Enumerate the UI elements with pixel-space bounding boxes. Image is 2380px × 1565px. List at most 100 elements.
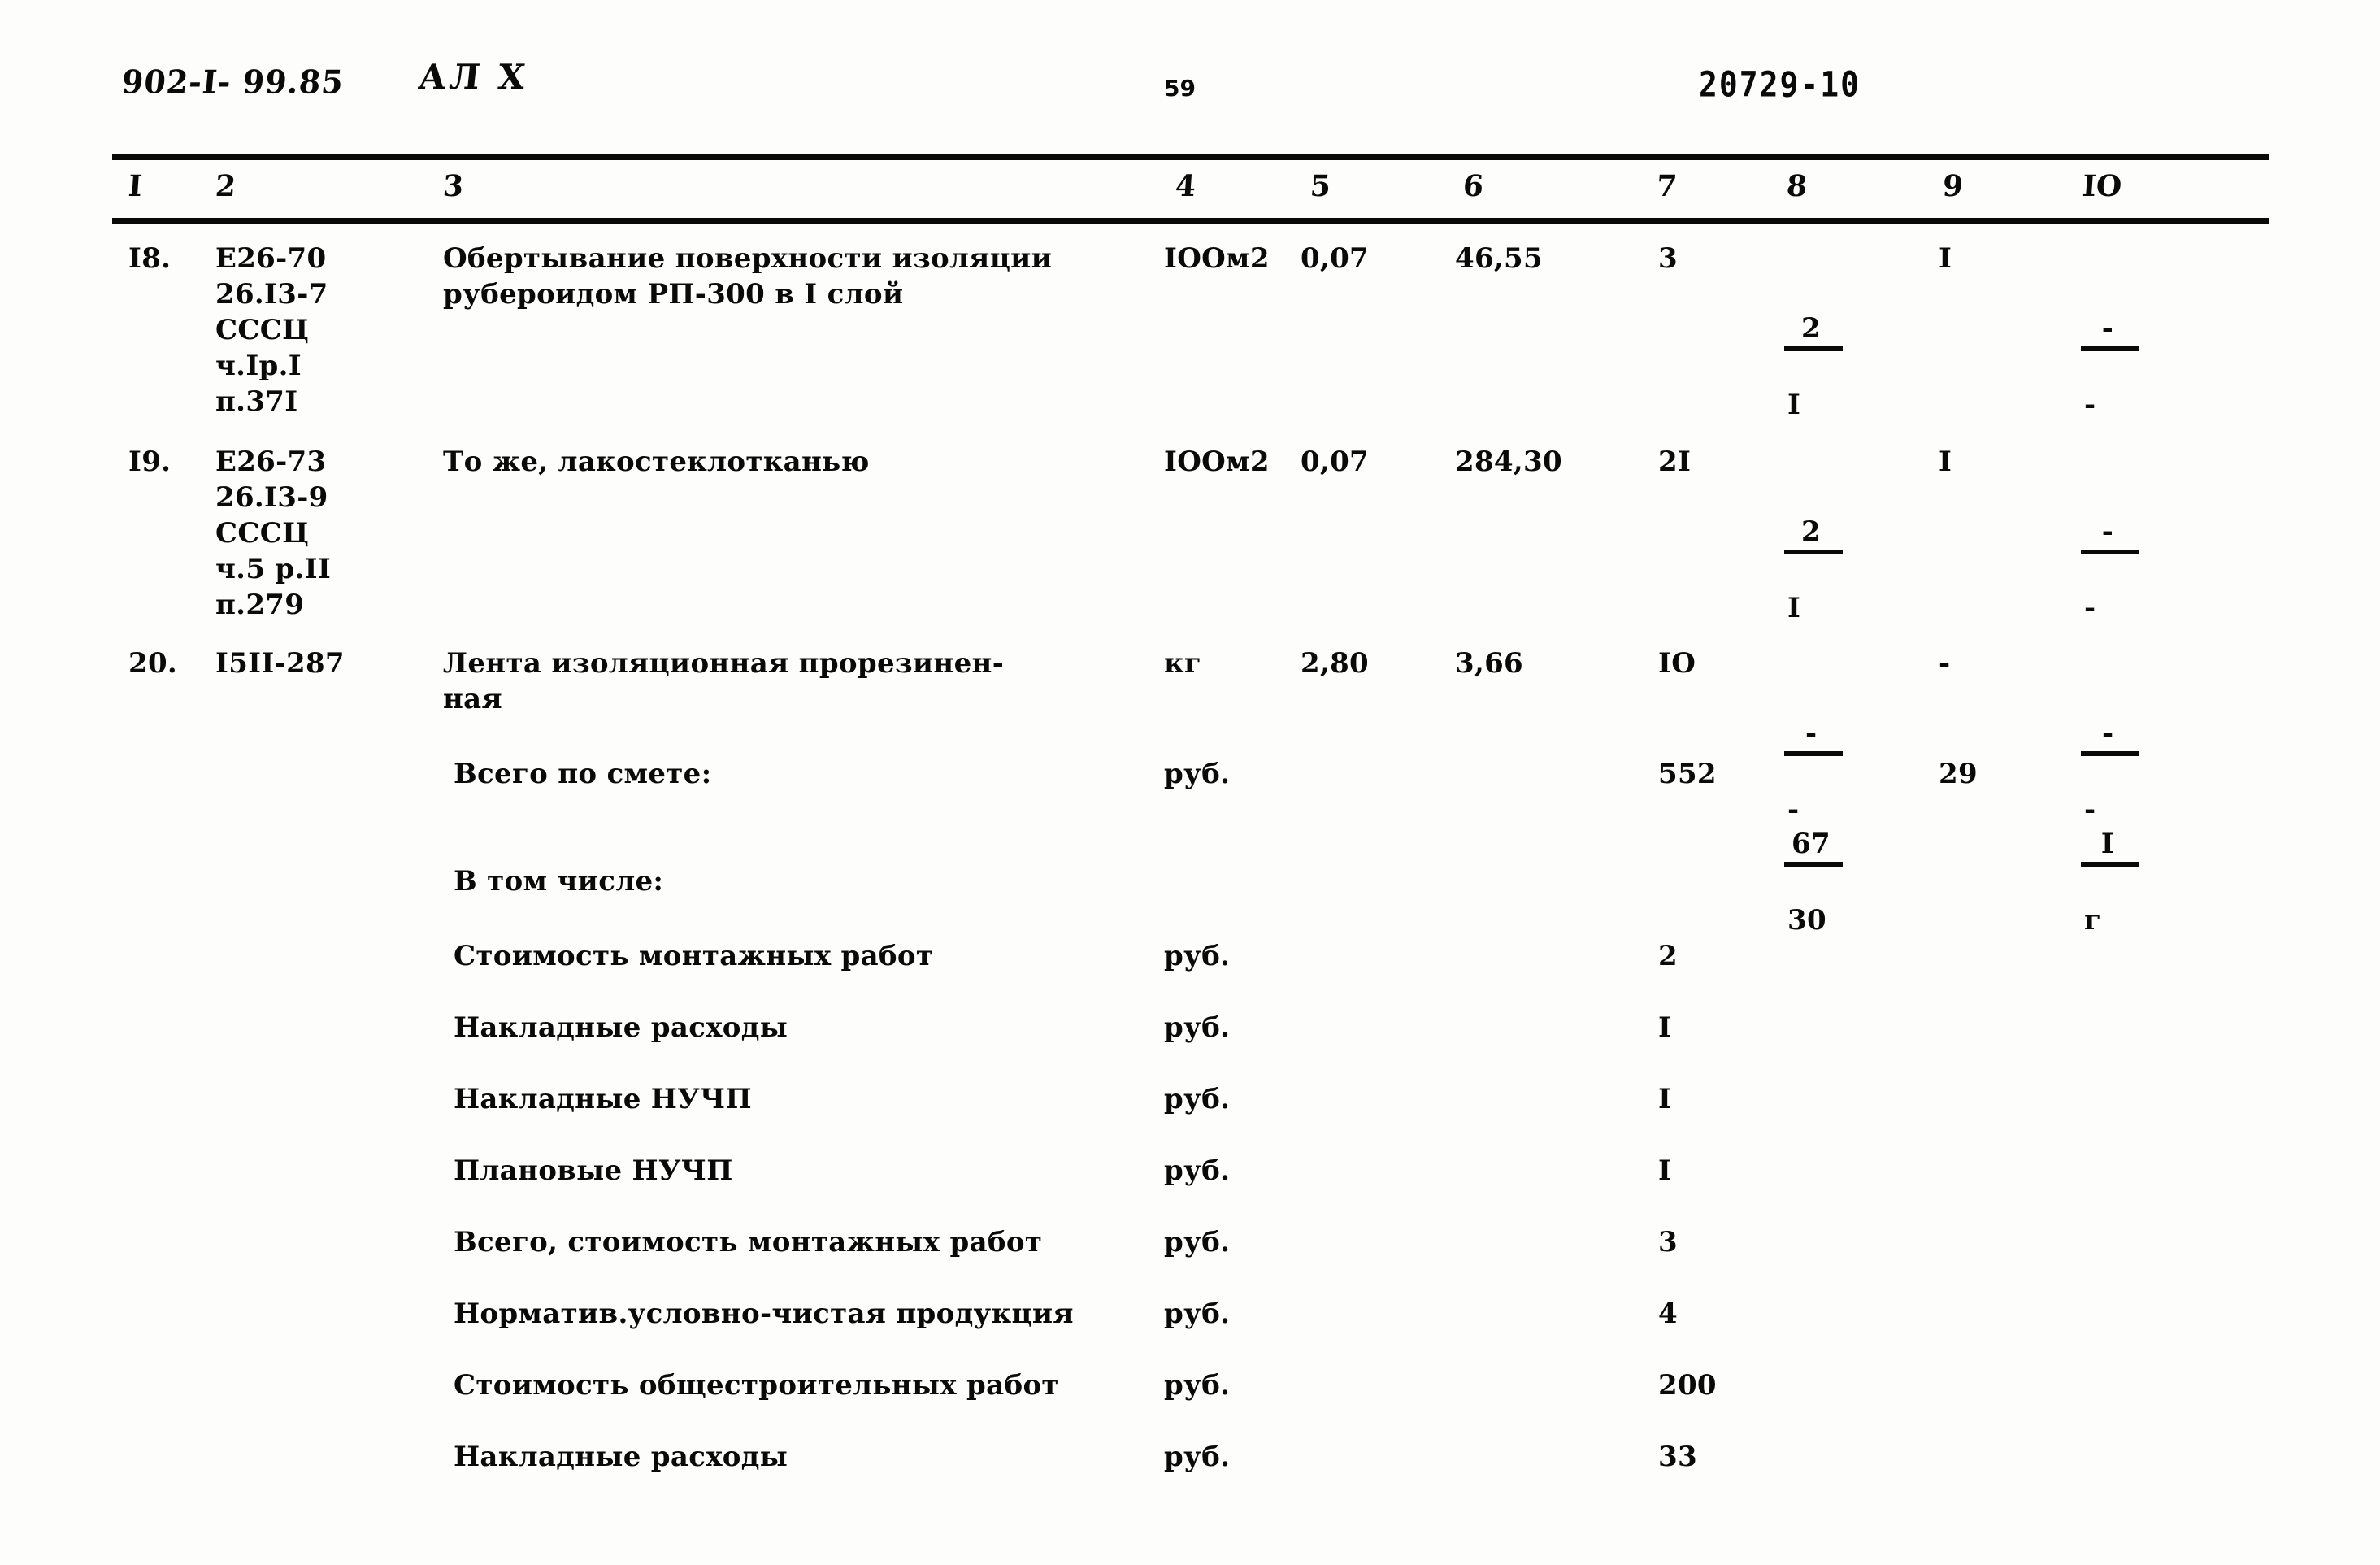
breakdown-label: Плановые НУЧП (454, 1154, 733, 1187)
row-sum: 2I (1658, 446, 1692, 478)
row-unit: IOOм2 (1164, 242, 1270, 275)
breakdown-label: Стоимость общестроительных работ (454, 1369, 1059, 1402)
breakdown-unit: руб. (1164, 1369, 1231, 1402)
breakdown-header: В том числе: (454, 865, 664, 898)
row-labor: 2 I (1784, 241, 1922, 457)
column-header-7: 7 (1655, 169, 1679, 203)
column-header-4: 4 (1174, 169, 1197, 203)
total-unit: руб. (1164, 758, 1231, 790)
row-description: Лента изоляционная прорезинен- ная (443, 647, 1005, 715)
column-header-6: 6 (1461, 169, 1485, 203)
breakdown-unit: руб. (1164, 1226, 1231, 1259)
breakdown-value: I (1658, 1011, 1672, 1044)
breakdown-value: 33 (1658, 1441, 1697, 1473)
row-labor-denominator: I (1787, 389, 1801, 421)
column-header-10: IO (2081, 169, 2123, 203)
breakdown-unit: руб. (1164, 1011, 1231, 1044)
row-quantity: 0,07 (1301, 242, 1370, 275)
row-wages-denominator: - (2084, 389, 2096, 421)
page-header: 902-I- 99.85 АЛ X 59 20729-10 (0, 57, 2380, 115)
sheet-code: 20729-10 (1699, 64, 1861, 105)
row-unit: IOOм2 (1164, 446, 1270, 478)
document-page: 902-I- 99.85 АЛ X 59 20729-10 I 2 3 4 5 … (0, 0, 2380, 1565)
breakdown-label: Всего, стоимость монтажных работ (454, 1226, 1043, 1259)
row-sum: 3 (1658, 242, 1678, 275)
column-header-5: 5 (1309, 169, 1332, 203)
row-code: E26-70 26.I3-7 СССЦ ч.Iр.I п.37I (215, 242, 328, 418)
row-number: I9. (128, 446, 172, 478)
column-header-1: I (127, 169, 144, 203)
row-code: I5II-287 (215, 647, 345, 680)
table-rule-bottom (112, 218, 2269, 224)
table-row: 20. I5II-287 Лента изоляционная прорезин… (0, 646, 2380, 826)
estimate-table: I8. E26-70 26.I3-7 СССЦ ч.Iр.I п.37I Обе… (0, 241, 2380, 1511)
row-machinery: - (1939, 647, 1951, 680)
breakdown-row: Норматив.условно-чистая продукция руб. 4 (0, 1296, 2380, 1367)
breakdown-value: 200 (1658, 1369, 1717, 1402)
total-label: Всего по смете: (454, 758, 712, 790)
row-wages: - - (2081, 444, 2227, 660)
row-labor-denominator: I (1787, 592, 1801, 624)
breakdown-value: 3 (1658, 1226, 1678, 1259)
column-header-3: 3 (441, 169, 465, 203)
row-quantity: 0,07 (1301, 446, 1370, 478)
row-sum: IO (1658, 647, 1696, 680)
total-labor-numerator: 67 (1784, 828, 1843, 867)
breakdown-unit: руб. (1164, 940, 1231, 972)
breakdown-row: Плановые НУЧП руб. I (0, 1153, 2380, 1224)
row-number: 20. (128, 647, 178, 680)
total-machinery: 29 (1939, 758, 1978, 790)
breakdown-row: Всего, стоимость монтажных работ руб. 3 (0, 1224, 2380, 1296)
total-wages-numerator: I (2081, 828, 2139, 867)
table-row: I8. E26-70 26.I3-7 СССЦ ч.Iр.I п.37I Обе… (0, 241, 2380, 444)
breakdown-label: Норматив.условно-чистая продукция (454, 1298, 1074, 1330)
breakdown-label: Стоимость монтажных работ (454, 940, 934, 972)
breakdown-row: Накладные НУЧП руб. I (0, 1081, 2380, 1153)
document-code: 902-I- 99.85 (119, 63, 345, 101)
row-price: 3,66 (1455, 647, 1524, 680)
row-wages: - - (2081, 241, 2227, 457)
row-labor-numerator: 2 (1784, 515, 1843, 554)
breakdown-row: Накладные расходы руб. 33 (0, 1439, 2380, 1511)
row-labor: 2 I (1784, 444, 1922, 660)
page-number: 59 (1164, 75, 1196, 102)
row-description: Обертывание поверхности изоляции руберои… (443, 242, 1053, 311)
column-header-2: 2 (214, 169, 237, 203)
breakdown-unit: руб. (1164, 1298, 1231, 1330)
row-wages-denominator: - (2084, 592, 2096, 624)
row-unit: кг (1164, 647, 1201, 680)
row-wages-numerator: - (2081, 717, 2139, 756)
row-wages-numerator: - (2081, 515, 2139, 554)
breakdown-row: Накладные расходы руб. I (0, 1010, 2380, 1081)
breakdown-header-row: В том числе: (0, 863, 2380, 938)
column-header-9: 9 (1941, 169, 1965, 203)
total-sum: 552 (1658, 758, 1717, 790)
breakdown-unit: руб. (1164, 1441, 1231, 1473)
row-description: То же, лакостеклотканью (443, 446, 870, 478)
total-row: Всего по смете: руб. 552 67 30 29 I г (0, 756, 2380, 937)
row-machinery: I (1939, 242, 1952, 275)
column-header-8: 8 (1785, 169, 1809, 203)
breakdown-row: Стоимость общестроительных работ руб. 20… (0, 1367, 2380, 1439)
breakdown-unit: руб. (1164, 1083, 1231, 1115)
row-quantity: 2,80 (1301, 647, 1370, 680)
row-machinery: I (1939, 446, 1952, 478)
table-rule-top (112, 154, 2269, 160)
breakdown-row: Стоимость монтажных работ руб. 2 (0, 938, 2380, 1010)
row-labor-numerator: 2 (1784, 312, 1843, 351)
row-labor-numerator: - (1784, 717, 1843, 756)
row-wages-numerator: - (2081, 312, 2139, 351)
table-row: I9. E26-73 26.I3-9 СССЦ ч.5 р.II п.279 Т… (0, 444, 2380, 646)
row-price: 284,30 (1455, 446, 1562, 478)
row-number: I8. (128, 242, 172, 275)
document-code-suffix: АЛ X (416, 57, 531, 97)
row-price: 46,55 (1455, 242, 1543, 275)
breakdown-value: 4 (1658, 1298, 1678, 1330)
breakdown-value: I (1658, 1154, 1672, 1187)
breakdown-value: I (1658, 1083, 1672, 1115)
breakdown-label: Накладные НУЧП (454, 1083, 752, 1115)
breakdown-value: 2 (1658, 940, 1678, 972)
row-code: E26-73 26.I3-9 СССЦ ч.5 р.II п.279 (215, 446, 332, 621)
breakdown-unit: руб. (1164, 1154, 1231, 1187)
breakdown-label: Накладные расходы (454, 1011, 788, 1044)
